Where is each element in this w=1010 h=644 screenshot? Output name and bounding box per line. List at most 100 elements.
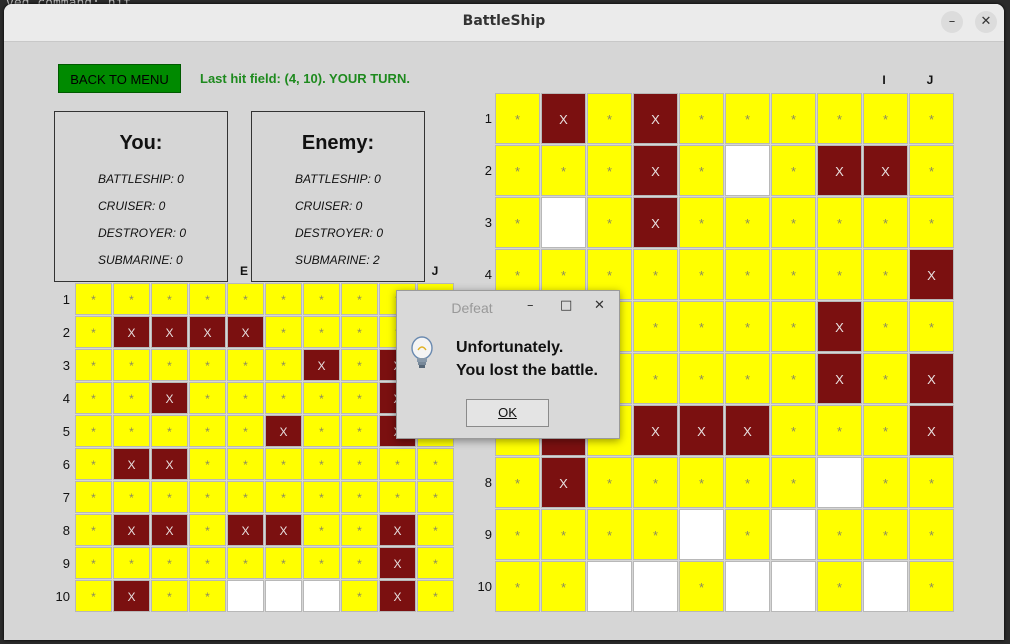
player-cell[interactable]: * bbox=[303, 448, 340, 480]
player-cell[interactable]: * bbox=[113, 415, 150, 447]
close-button[interactable]: ✕ bbox=[975, 11, 997, 33]
enemy-cell[interactable]: * bbox=[863, 93, 908, 144]
player-cell[interactable]: * bbox=[227, 283, 264, 315]
enemy-cell[interactable]: * bbox=[817, 197, 862, 248]
player-cell[interactable]: * bbox=[227, 547, 264, 579]
enemy-cell[interactable] bbox=[633, 561, 678, 612]
player-cell[interactable]: * bbox=[303, 415, 340, 447]
player-cell[interactable]: * bbox=[227, 481, 264, 513]
enemy-cell[interactable]: * bbox=[771, 405, 816, 456]
player-cell[interactable]: * bbox=[151, 349, 188, 381]
enemy-cell[interactable]: * bbox=[725, 457, 770, 508]
player-cell[interactable]: * bbox=[151, 580, 188, 612]
enemy-cell[interactable]: * bbox=[817, 509, 862, 560]
dialog-close-button[interactable]: ✕ bbox=[594, 298, 605, 313]
enemy-cell[interactable]: X bbox=[909, 405, 954, 456]
enemy-cell[interactable]: * bbox=[679, 249, 724, 300]
player-cell[interactable] bbox=[303, 580, 340, 612]
player-cell[interactable]: * bbox=[303, 481, 340, 513]
enemy-cell[interactable]: * bbox=[541, 509, 586, 560]
enemy-cell[interactable]: * bbox=[725, 93, 770, 144]
enemy-cell[interactable]: * bbox=[679, 457, 724, 508]
player-cell[interactable]: * bbox=[189, 349, 226, 381]
player-cell[interactable]: * bbox=[303, 283, 340, 315]
dialog-minimize-button[interactable]: – bbox=[527, 298, 534, 313]
player-cell[interactable]: * bbox=[75, 580, 112, 612]
player-cell[interactable]: * bbox=[265, 283, 302, 315]
player-cell[interactable]: * bbox=[227, 382, 264, 414]
player-cell[interactable]: * bbox=[341, 349, 378, 381]
enemy-cell[interactable]: * bbox=[541, 561, 586, 612]
ok-button[interactable]: OK bbox=[466, 399, 549, 427]
player-cell[interactable]: * bbox=[417, 448, 454, 480]
player-cell[interactable]: * bbox=[75, 448, 112, 480]
enemy-cell[interactable]: * bbox=[679, 197, 724, 248]
enemy-cell[interactable] bbox=[863, 561, 908, 612]
enemy-cell[interactable] bbox=[771, 509, 816, 560]
enemy-cell[interactable]: * bbox=[495, 93, 540, 144]
player-cell[interactable]: X bbox=[151, 316, 188, 348]
player-cell[interactable]: * bbox=[341, 514, 378, 546]
enemy-cell[interactable]: * bbox=[771, 93, 816, 144]
enemy-cell[interactable]: X bbox=[633, 197, 678, 248]
player-cell[interactable]: * bbox=[75, 514, 112, 546]
player-cell[interactable]: * bbox=[189, 382, 226, 414]
player-cell[interactable]: * bbox=[113, 547, 150, 579]
player-cell[interactable]: * bbox=[75, 481, 112, 513]
player-cell[interactable]: X bbox=[151, 448, 188, 480]
enemy-cell[interactable]: * bbox=[725, 509, 770, 560]
enemy-cell[interactable]: * bbox=[863, 457, 908, 508]
player-cell[interactable]: * bbox=[227, 415, 264, 447]
player-cell[interactable]: * bbox=[341, 580, 378, 612]
player-cell[interactable]: * bbox=[265, 382, 302, 414]
enemy-cell[interactable]: * bbox=[587, 197, 632, 248]
enemy-cell[interactable]: * bbox=[863, 197, 908, 248]
player-cell[interactable]: * bbox=[341, 382, 378, 414]
enemy-cell[interactable]: * bbox=[587, 457, 632, 508]
player-cell[interactable]: X bbox=[113, 316, 150, 348]
player-cell[interactable]: X bbox=[189, 316, 226, 348]
enemy-cell[interactable]: * bbox=[633, 353, 678, 404]
player-cell[interactable]: * bbox=[151, 481, 188, 513]
enemy-cell[interactable]: X bbox=[863, 145, 908, 196]
enemy-cell[interactable]: * bbox=[495, 197, 540, 248]
enemy-cell[interactable]: * bbox=[725, 353, 770, 404]
enemy-cell[interactable]: * bbox=[587, 509, 632, 560]
enemy-cell[interactable]: * bbox=[725, 301, 770, 352]
player-cell[interactable]: * bbox=[113, 349, 150, 381]
player-cell[interactable]: * bbox=[265, 481, 302, 513]
enemy-cell[interactable]: * bbox=[679, 301, 724, 352]
player-cell[interactable]: * bbox=[303, 547, 340, 579]
player-cell[interactable]: * bbox=[265, 448, 302, 480]
player-cell[interactable]: X bbox=[227, 316, 264, 348]
enemy-cell[interactable]: * bbox=[771, 457, 816, 508]
enemy-cell[interactable]: * bbox=[679, 561, 724, 612]
player-cell[interactable]: X bbox=[227, 514, 264, 546]
player-cell[interactable]: * bbox=[341, 415, 378, 447]
player-cell[interactable]: * bbox=[113, 382, 150, 414]
player-cell[interactable]: * bbox=[417, 514, 454, 546]
enemy-cell[interactable]: * bbox=[771, 145, 816, 196]
enemy-cell[interactable]: * bbox=[495, 145, 540, 196]
player-cell[interactable]: * bbox=[151, 283, 188, 315]
player-cell[interactable]: * bbox=[189, 547, 226, 579]
player-cell[interactable] bbox=[227, 580, 264, 612]
player-cell[interactable]: * bbox=[303, 382, 340, 414]
player-cell[interactable]: X bbox=[379, 547, 416, 579]
enemy-cell[interactable]: * bbox=[633, 509, 678, 560]
enemy-cell[interactable]: X bbox=[633, 93, 678, 144]
enemy-cell[interactable] bbox=[771, 561, 816, 612]
player-cell[interactable]: X bbox=[151, 382, 188, 414]
enemy-cell[interactable]: * bbox=[771, 353, 816, 404]
player-cell[interactable]: X bbox=[265, 514, 302, 546]
player-cell[interactable]: * bbox=[379, 481, 416, 513]
enemy-cell[interactable]: * bbox=[817, 249, 862, 300]
enemy-cell[interactable]: * bbox=[909, 509, 954, 560]
player-cell[interactable]: * bbox=[75, 547, 112, 579]
enemy-cell[interactable] bbox=[725, 145, 770, 196]
player-cell[interactable]: * bbox=[75, 349, 112, 381]
enemy-cell[interactable]: X bbox=[725, 405, 770, 456]
enemy-cell[interactable]: X bbox=[817, 145, 862, 196]
player-cell[interactable]: * bbox=[417, 481, 454, 513]
enemy-cell[interactable]: * bbox=[725, 249, 770, 300]
